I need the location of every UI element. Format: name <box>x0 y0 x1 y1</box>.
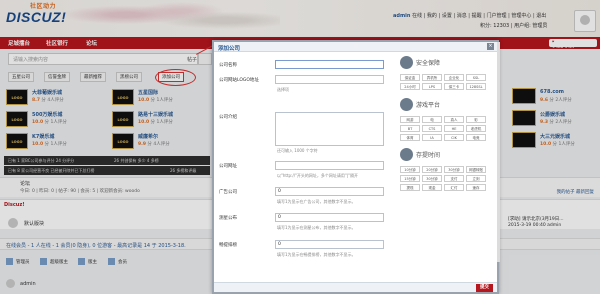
tag[interactable]: 提现 <box>400 184 420 191</box>
tag[interactable]: 体育 <box>400 134 420 141</box>
tag[interactable]: IA <box>422 134 442 141</box>
modal-header: 添加公司 × <box>214 42 497 52</box>
ad-company-input[interactable]: 0 <box>275 187 384 196</box>
tag[interactable]: 汇付 <box>444 184 464 191</box>
tag[interactable]: 30分钟 <box>422 175 442 182</box>
ad-company-hint: 填写1为显示在广告公司，其他数字不显示。 <box>277 199 356 204</box>
tag[interactable]: 电 <box>422 116 442 123</box>
intro-hint: 还可输入 1000 个字符 <box>277 148 318 153</box>
logo-url-input[interactable] <box>275 75 384 84</box>
add-company-modal: 添加公司 × 公司名称 公司网站LOGO地址 选择项 公司介绍 还可输入 100… <box>212 40 499 294</box>
tag[interactable]: 弄机所 <box>422 74 442 81</box>
tag[interactable]: 网游 <box>400 116 420 123</box>
tag[interactable]: 保三卡 <box>444 83 464 90</box>
tag[interactable]: 老虎机 <box>466 125 486 132</box>
tag[interactable]: 10分钟 <box>400 166 420 173</box>
modal-footer: 提交 <box>214 282 497 292</box>
tag[interactable]: CTS <box>422 125 442 132</box>
tag[interactable]: 支付 <box>444 175 464 182</box>
tag[interactable]: LPS <box>422 83 442 90</box>
logo-url-hint: 选择项 <box>277 87 289 92</box>
tag[interactable]: BT <box>400 125 420 132</box>
intro-label: 公司介绍 <box>219 115 237 120</box>
website-label: 公司网址 <box>219 164 237 169</box>
company-name-label: 公司名称 <box>219 63 237 68</box>
company-name-input[interactable] <box>275 60 384 69</box>
modal-title: 添加公司 <box>218 46 241 52</box>
review-hint: 填写1为显示在测星公布，其他数字不显示。 <box>277 225 356 230</box>
withdraw-label: 畅提排榜 <box>219 243 237 248</box>
tag[interactable]: 企业化 <box>444 74 464 81</box>
tag[interactable]: 保证金 <box>400 74 420 81</box>
tag[interactable]: 立刻 <box>466 175 486 182</box>
modal-scrollbar[interactable] <box>497 42 500 262</box>
submit-button[interactable]: 提交 <box>476 284 493 292</box>
tag[interactable]: SSL <box>466 74 486 81</box>
tag[interactable]: 20分钟 <box>422 166 442 173</box>
close-icon[interactable]: × <box>487 43 494 50</box>
ad-company-label: 广告公司 <box>219 190 237 195</box>
website-input[interactable] <box>275 161 384 170</box>
tag[interactable]: 真人 <box>444 116 464 123</box>
tag[interactable]: 电竞 <box>466 134 486 141</box>
tag[interactable]: 24小时 <box>400 83 420 90</box>
tag[interactable]: 128SSL <box>466 83 486 90</box>
withdraw-hint: 填写1为显示在畅提排榜，其他数字不显示。 <box>277 252 356 257</box>
tag[interactable]: 彩 <box>466 116 486 123</box>
tag[interactable]: 网银转账 <box>466 166 486 173</box>
gamepad-icon <box>400 98 413 111</box>
website-hint: 以"http://"开头的网址，多个网址请用"|"隔开 <box>277 173 358 178</box>
tag[interactable]: 现金 <box>422 184 442 191</box>
clock-icon <box>400 148 413 161</box>
tag[interactable]: CIK <box>444 134 464 141</box>
tag[interactable]: 速存 <box>466 184 486 191</box>
logo-url-label: 公司网站LOGO地址 <box>219 78 259 83</box>
tag[interactable]: HE <box>444 125 464 132</box>
intro-textarea[interactable] <box>275 112 384 146</box>
review-label: 测星公布 <box>219 216 237 221</box>
shield-icon <box>400 56 413 69</box>
tag[interactable]: 30分钟 <box>444 166 464 173</box>
review-input[interactable]: 0 <box>275 213 384 222</box>
withdraw-input[interactable]: 0 <box>275 240 384 249</box>
tag[interactable]: 15分钟 <box>400 175 420 182</box>
